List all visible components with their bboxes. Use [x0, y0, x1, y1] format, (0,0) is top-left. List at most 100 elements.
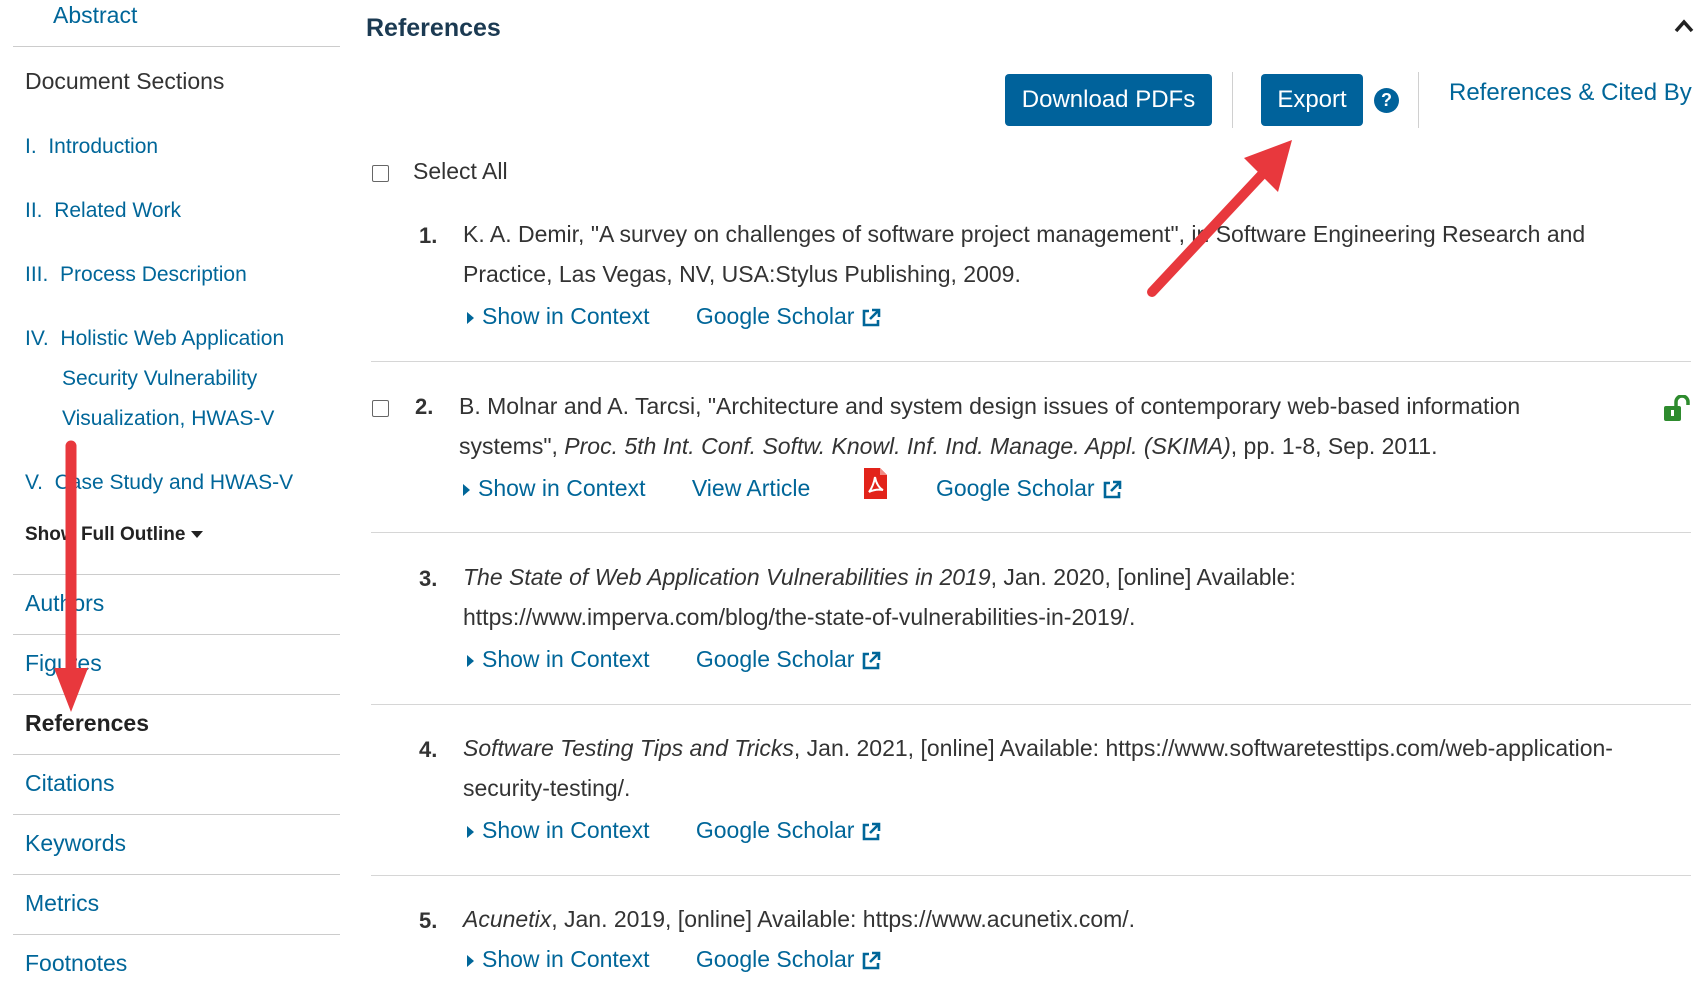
google-scholar-label: Google Scholar [695, 303, 855, 330]
help-icon[interactable]: ? [1374, 88, 1399, 113]
export-button[interactable]: Export [1261, 74, 1363, 126]
sidebar-item-keywords[interactable]: Keywords [25, 830, 126, 857]
section-label: Process Description [60, 263, 247, 286]
reference-links: Show in Context View Article [463, 474, 810, 502]
divider [1418, 72, 1419, 128]
sidebar-item-authors[interactable]: Authors [25, 590, 104, 617]
reference-line-suffix: , pp. 1-8, Sep. 2011. [1230, 433, 1438, 459]
divider [13, 634, 340, 635]
reference-line: K. A. Demir, "A survey on challenges of … [463, 221, 1586, 247]
chevron-up-icon[interactable] [1673, 18, 1695, 34]
reference-number: 2. [415, 394, 434, 419]
show-in-context-link[interactable]: Show in Context [467, 303, 649, 330]
references-cited-by-link[interactable]: References & Cited By [1449, 79, 1692, 107]
divider [13, 694, 340, 695]
reference-links: Show in Context Google Scholar [467, 645, 882, 673]
section-number: II. [25, 199, 43, 222]
google-scholar-link[interactable]: Google Scholar [696, 646, 883, 673]
reference-text: Acunetix, Jan. 2019, [online] Available:… [463, 899, 1701, 939]
section-label-line: Visualization, HWAS-V [62, 407, 275, 430]
external-link-icon [1103, 481, 1121, 499]
sidebar-item-references[interactable]: References [25, 710, 149, 737]
show-in-context-link[interactable]: Show in Context [463, 475, 645, 502]
view-article-link[interactable]: View Article [692, 475, 810, 502]
external-link-icon [863, 309, 881, 327]
divider [371, 361, 1691, 362]
download-pdfs-button[interactable]: Download PDFs [1005, 74, 1212, 126]
google-scholar-link[interactable]: Google Scholar [696, 817, 883, 844]
google-scholar-label: Google Scholar [695, 946, 855, 973]
divider [1232, 72, 1233, 128]
section-label-line: Security Vulnerability [62, 367, 258, 390]
reference-line-prefix: systems", [459, 433, 565, 459]
show-in-context-label: Show in Context [482, 817, 650, 844]
caret-right-icon [467, 826, 474, 839]
section-link-process-description[interactable]: III. Process Description [25, 255, 247, 295]
unlock-icon [1664, 395, 1690, 421]
section-label: Case Study and HWAS-V [54, 471, 294, 494]
divider [13, 934, 340, 935]
reference-line-suffix: , Jan. 2021, [online] Available: https:/… [793, 735, 1613, 761]
section-label: Holistic Web Application [60, 327, 285, 350]
section-number: III. [25, 263, 49, 286]
sidebar-item-footnotes[interactable]: Footnotes [25, 950, 127, 977]
section-number: IV. [25, 327, 49, 350]
divider [371, 704, 1691, 705]
google-scholar-label: Google Scholar [695, 817, 855, 844]
sidebar-item-figures[interactable]: Figures [25, 650, 102, 677]
divider [13, 814, 340, 815]
show-in-context-link[interactable]: Show in Context [467, 946, 649, 973]
show-in-context-link[interactable]: Show in Context [467, 646, 649, 673]
section-number: I. [25, 135, 37, 158]
section-link-hwas-v[interactable]: IV. Holistic Web Application Security Vu… [25, 319, 284, 439]
external-link-icon [863, 823, 881, 841]
external-link-icon [863, 652, 881, 670]
google-scholar-link[interactable]: Google Scholar [696, 946, 883, 973]
reference-text: B. Molnar and A. Tarcsi, "Architecture a… [459, 386, 1701, 466]
reference-links-secondary: Google Scholar [936, 474, 1123, 502]
show-full-outline-toggle[interactable]: Show Full Outline [25, 524, 204, 546]
page-title: References [366, 14, 501, 42]
reference-number: 4. [419, 737, 438, 762]
show-in-context-label: Show in Context [478, 475, 646, 502]
show-in-context-label: Show in Context [482, 946, 650, 973]
reference-number: 1. [419, 223, 438, 248]
google-scholar-link[interactable]: Google Scholar [696, 303, 883, 330]
section-label: Introduction [48, 135, 159, 158]
divider [13, 754, 340, 755]
divider [13, 46, 340, 47]
show-in-context-label: Show in Context [482, 303, 650, 330]
divider [371, 875, 1691, 876]
reference-checkbox[interactable] [372, 400, 389, 417]
divider [371, 532, 1691, 533]
pdf-icon[interactable] [862, 467, 888, 500]
section-link-related-work[interactable]: II. Related Work [25, 191, 181, 231]
reference-links: Show in Context Google Scholar [467, 816, 882, 844]
document-sections-heading: Document Sections [25, 68, 225, 94]
caret-right-icon [463, 484, 470, 497]
select-all-label: Select All [413, 158, 508, 184]
reference-title: Acunetix [463, 906, 552, 932]
external-link-icon [863, 952, 881, 970]
sidebar-item-metrics[interactable]: Metrics [25, 890, 99, 917]
select-all-checkbox[interactable] [372, 165, 389, 182]
show-in-context-link[interactable]: Show in Context [467, 817, 649, 844]
reference-number: 3. [419, 566, 438, 591]
section-link-case-study[interactable]: V. Case Study and HWAS-V [25, 463, 293, 503]
reference-line: B. Molnar and A. Tarcsi, "Architecture a… [459, 393, 1521, 419]
google-scholar-label: Google Scholar [695, 646, 855, 673]
section-link-introduction[interactable]: I. Introduction [25, 127, 158, 167]
reference-venue: Proc. 5th Int. Conf. Softw. Knowl. Inf. … [564, 433, 1231, 459]
reference-text: Software Testing Tips and Tricks, Jan. 2… [463, 728, 1693, 808]
reference-number: 5. [419, 908, 438, 933]
caret-right-icon [467, 312, 474, 325]
reference-line: Practice, Las Vegas, NV, USA:Stylus Publ… [463, 261, 1021, 287]
sidebar-item-citations[interactable]: Citations [25, 770, 114, 797]
reference-line-suffix: , Jan. 2020, [online] Available: [990, 564, 1296, 590]
reference-title: The State of Web Application Vulnerabili… [463, 564, 991, 590]
caret-down-icon [191, 531, 204, 539]
google-scholar-link[interactable]: Google Scholar [936, 475, 1123, 502]
sidebar-item-abstract[interactable]: Abstract [53, 2, 137, 29]
show-in-context-label: Show in Context [482, 646, 650, 673]
google-scholar-label: Google Scholar [936, 475, 1095, 502]
